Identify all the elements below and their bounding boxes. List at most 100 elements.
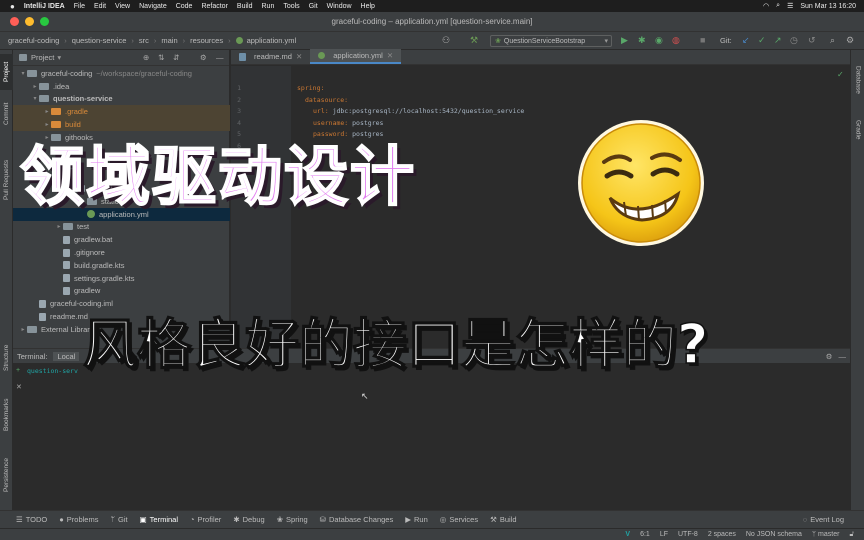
- chevron-down-icon[interactable]: ▾: [19, 70, 27, 77]
- menu-window[interactable]: Window: [327, 3, 352, 10]
- menu-view[interactable]: View: [115, 3, 130, 10]
- run-configuration-select[interactable]: ❀ QuestionServiceBootstrap ▾: [490, 35, 612, 47]
- breadcrumb-module[interactable]: question-service: [72, 36, 127, 45]
- tree-item[interactable]: ▸ test: [13, 221, 230, 234]
- debug-icon[interactable]: ✱: [638, 35, 646, 46]
- tool-problems[interactable]: ● Problems: [59, 515, 98, 524]
- menu-file[interactable]: File: [74, 3, 85, 10]
- tool-terminal[interactable]: ▣ Terminal: [140, 515, 178, 524]
- tab-project[interactable]: Project: [0, 54, 13, 90]
- clock[interactable]: Sun Mar 13 16:20: [800, 3, 856, 10]
- tab-commit[interactable]: Commit: [0, 96, 13, 132]
- panel-settings-icon[interactable]: ⚙: [200, 53, 207, 62]
- code-line[interactable]: url: jdbc:postgresql://localhost:5432/qu…: [313, 107, 524, 115]
- tool-build[interactable]: ⚒ Build: [490, 515, 516, 524]
- tab-readme[interactable]: readme.md ✕: [231, 49, 310, 64]
- git-push-icon[interactable]: ↗: [774, 35, 782, 46]
- close-terminal-icon[interactable]: ✕: [16, 383, 22, 391]
- caret-position[interactable]: 6:1: [640, 531, 650, 538]
- tab-gradle[interactable]: Gradle: [851, 112, 864, 148]
- locate-icon[interactable]: ⊕: [143, 53, 149, 62]
- file-encoding[interactable]: UTF-8: [678, 531, 698, 538]
- menu-build[interactable]: Build: [237, 3, 253, 10]
- rollback-icon[interactable]: ↺: [808, 35, 816, 46]
- settings-gear-icon[interactable]: ⚙: [846, 35, 854, 46]
- git-history-icon[interactable]: ◷: [790, 35, 798, 46]
- tool-services[interactable]: ◎ Services: [440, 515, 478, 524]
- control-center-icon[interactable]: ☰: [787, 2, 793, 10]
- terminal-settings-icon[interactable]: ⚙: [826, 352, 833, 361]
- git-update-icon[interactable]: ↙: [742, 35, 750, 46]
- tree-item[interactable]: ▸ .gradle: [13, 105, 230, 119]
- tool-spring[interactable]: ❀ Spring: [277, 515, 308, 524]
- line-ending[interactable]: LF: [660, 531, 668, 538]
- tool-todo[interactable]: ☰ TODO: [16, 515, 47, 524]
- hide-terminal-icon[interactable]: —: [839, 352, 847, 361]
- menu-refactor[interactable]: Refactor: [201, 3, 227, 10]
- search-icon[interactable]: ⌕: [776, 2, 780, 10]
- tree-item[interactable]: build.gradle.kts: [13, 259, 230, 272]
- hide-panel-icon[interactable]: —: [216, 53, 224, 62]
- chevron-right-icon[interactable]: ▸: [43, 108, 51, 115]
- breadcrumb-main[interactable]: main: [161, 36, 177, 45]
- terminal-body[interactable]: + question-serv ✕ ↖: [13, 363, 850, 510]
- tool-event-log[interactable]: ◌ Event Log: [803, 515, 844, 524]
- project-panel-title[interactable]: Project: [31, 53, 54, 62]
- build-hammer-icon[interactable]: ⚒: [470, 35, 478, 46]
- stop-icon[interactable]: ■: [700, 35, 705, 45]
- menu-git[interactable]: Git: [309, 3, 318, 10]
- user-icon[interactable]: ⚇: [442, 35, 450, 46]
- run-icon[interactable]: ▶: [621, 35, 628, 46]
- menu-help[interactable]: Help: [361, 3, 375, 10]
- tree-item[interactable]: ▸ .idea: [13, 80, 230, 93]
- close-tab-icon[interactable]: ✕: [387, 51, 393, 60]
- git-branch[interactable]: ᛘ master: [812, 531, 840, 538]
- expand-all-icon[interactable]: ⇅: [158, 53, 164, 62]
- tab-bookmarks[interactable]: Bookmarks: [0, 390, 13, 440]
- tool-run[interactable]: ▶ Run: [405, 515, 428, 524]
- tree-item[interactable]: ▾ question-service: [13, 93, 230, 106]
- tool-debug[interactable]: ✱ Debug: [233, 515, 264, 524]
- tree-item[interactable]: settings.gradle.kts: [13, 272, 230, 285]
- chevron-down-icon[interactable]: ▾: [31, 95, 39, 102]
- chevron-right-icon[interactable]: ▸: [19, 326, 27, 333]
- breadcrumb-src[interactable]: src: [139, 36, 149, 45]
- indent-setting[interactable]: 2 spaces: [708, 531, 736, 538]
- app-menu[interactable]: IntelliJ IDEA: [24, 3, 65, 10]
- tree-item[interactable]: gradlew: [13, 285, 230, 298]
- chevron-right-icon[interactable]: ▸: [55, 223, 63, 230]
- breadcrumb-file[interactable]: application.yml: [247, 36, 297, 45]
- inspection-ok-icon[interactable]: ✓: [837, 70, 844, 79]
- tab-persistence[interactable]: Persistence: [0, 450, 13, 500]
- tab-application-yml[interactable]: application.yml ✕: [310, 49, 402, 64]
- breadcrumb-project[interactable]: graceful-coding: [8, 36, 59, 45]
- breadcrumb-resources[interactable]: resources: [190, 36, 223, 45]
- close-tab-icon[interactable]: ✕: [296, 52, 302, 61]
- json-schema[interactable]: No JSON schema: [746, 531, 802, 538]
- menu-tools[interactable]: Tools: [283, 3, 299, 10]
- code-line[interactable]: datasource:: [305, 96, 348, 104]
- tree-item[interactable]: .gitignore: [13, 246, 230, 259]
- chevron-down-icon[interactable]: ▾: [57, 53, 61, 62]
- profile-icon[interactable]: ◍: [672, 35, 680, 46]
- wifi-icon[interactable]: ◠: [763, 2, 769, 10]
- menu-edit[interactable]: Edit: [94, 3, 106, 10]
- tool-profiler[interactable]: ◔ Profiler: [190, 515, 221, 524]
- git-commit-icon[interactable]: ✓: [758, 35, 766, 46]
- tab-database[interactable]: Database: [851, 58, 864, 102]
- tree-item[interactable]: gradlew.bat: [13, 233, 230, 246]
- tree-item[interactable]: ▾ graceful-coding ~/workspace/graceful-cod…: [13, 67, 230, 80]
- new-terminal-icon[interactable]: +: [16, 367, 20, 374]
- apple-icon[interactable]: ●: [10, 2, 15, 11]
- terminal-tab-local[interactable]: Local: [53, 351, 80, 361]
- tool-database-changes[interactable]: ⛁ Database Changes: [320, 515, 394, 524]
- search-everywhere-icon[interactable]: ⌕: [830, 35, 835, 46]
- lock-icon[interactable]: 🔓︎: [849, 531, 854, 539]
- menu-run[interactable]: Run: [262, 3, 275, 10]
- menu-navigate[interactable]: Navigate: [139, 3, 167, 10]
- coverage-icon[interactable]: ◉: [655, 35, 663, 46]
- collapse-all-icon[interactable]: ⇵: [173, 53, 179, 62]
- tab-pull-requests[interactable]: Pull Requests: [0, 150, 13, 210]
- tab-structure[interactable]: Structure: [0, 335, 13, 380]
- tool-git[interactable]: ᛘ Git: [110, 515, 127, 524]
